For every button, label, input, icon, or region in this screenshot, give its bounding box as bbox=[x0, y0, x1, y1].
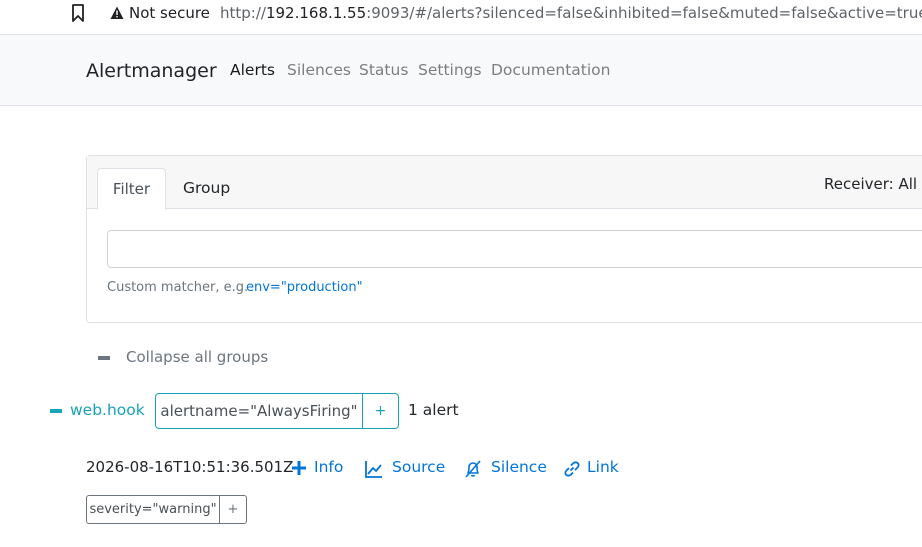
group-receiver-name[interactable]: web.hook bbox=[70, 401, 145, 419]
security-indicator[interactable]: Not secure bbox=[129, 4, 210, 22]
alert-count: 1 alert bbox=[408, 401, 459, 419]
url-host: 192.168.1.55 bbox=[265, 4, 367, 22]
alert-label[interactable]: severity="warning" bbox=[86, 495, 220, 524]
url-path: :9093/#/alerts?silenced=false&inhibited=… bbox=[366, 4, 922, 22]
source-button[interactable]: Source bbox=[392, 458, 445, 476]
filter-hint: Custom matcher, e.g. bbox=[107, 280, 249, 295]
nav-settings[interactable]: Settings bbox=[418, 61, 482, 79]
filter-input[interactable] bbox=[107, 230, 922, 268]
bell-slash-icon[interactable] bbox=[464, 460, 482, 478]
group-matcher-label[interactable]: alertname="AlwaysFiring" bbox=[155, 393, 363, 429]
chart-line-icon[interactable] bbox=[365, 460, 383, 478]
info-button[interactable]: Info bbox=[314, 458, 343, 476]
link-button[interactable]: Link bbox=[587, 458, 619, 476]
add-label-filter-button[interactable]: + bbox=[219, 495, 247, 524]
receiver-dropdown[interactable]: Receiver: All bbox=[824, 175, 917, 193]
collapse-all-groups-button[interactable]: Collapse all groups bbox=[126, 348, 268, 366]
tab-filter[interactable]: Filter bbox=[97, 168, 166, 210]
brand-logo[interactable]: Alertmanager bbox=[86, 60, 217, 82]
filter-hint-example: env="production" bbox=[246, 280, 363, 295]
minus-icon[interactable] bbox=[98, 356, 110, 360]
nav-status[interactable]: Status bbox=[359, 61, 408, 79]
tab-group[interactable]: Group bbox=[183, 179, 230, 197]
plus-icon[interactable] bbox=[292, 461, 306, 475]
link-icon[interactable] bbox=[563, 460, 581, 478]
minus-icon[interactable] bbox=[50, 409, 62, 413]
silence-button[interactable]: Silence bbox=[491, 458, 547, 476]
url-text[interactable]: http://192.168.1.55:9093/#/alerts?silenc… bbox=[220, 4, 922, 22]
nav-silences[interactable]: Silences bbox=[287, 61, 351, 79]
url-prefix: http:// bbox=[220, 4, 266, 22]
bookmark-icon[interactable] bbox=[70, 4, 86, 22]
nav-documentation[interactable]: Documentation bbox=[491, 61, 611, 79]
warning-icon bbox=[110, 6, 124, 19]
alert-timestamp: 2026-08-16T10:51:36.501Z bbox=[86, 458, 294, 476]
add-matcher-button[interactable]: + bbox=[362, 393, 399, 429]
nav-alerts[interactable]: Alerts bbox=[230, 61, 275, 79]
